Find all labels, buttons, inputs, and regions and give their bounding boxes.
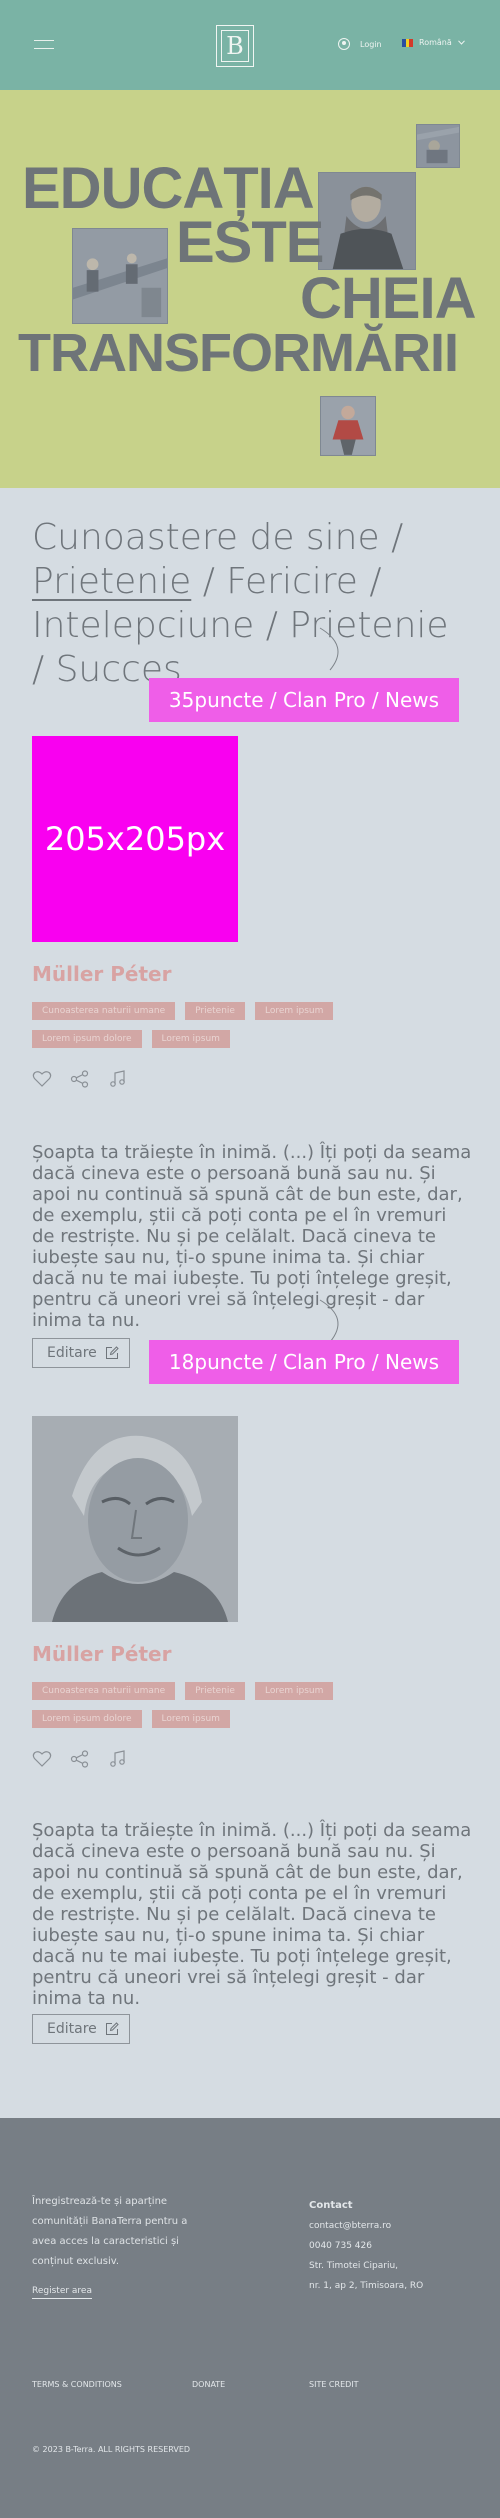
card-actions [32,1750,128,1768]
music-icon[interactable] [108,1070,128,1088]
contact-address: nr. 1, ap 2, Timisoara, RO [309,2281,424,2291]
contact-heading: Contact [309,2200,353,2211]
share-icon[interactable] [70,1750,90,1768]
edit-label: Editare [47,2021,97,2037]
edit-icon [106,2022,119,2035]
hero-word-3: CHEIA [300,266,476,331]
contact-email[interactable]: contact@bterra.ro [309,2216,423,2236]
language-selector[interactable]: Română [402,38,465,47]
contact-street: Str. Timotei Cipariu, [309,2261,399,2271]
hero-word-4: TRANSFORMĂRII [18,323,459,383]
hero-image-portrait [318,172,416,270]
terms-link[interactable]: TERMS & CONDITIONS [32,2380,122,2389]
promo-banner[interactable]: 35puncte / Clan Pro / News [149,678,459,722]
tag-list: Cunoasterea naturii umane Prietenie Lore… [32,1002,412,1048]
author-portrait [32,1416,238,1622]
tag[interactable]: Cunoasterea naturii umane [32,1682,176,1700]
tag[interactable]: Lorem ipsum [151,1030,230,1048]
card-title-link[interactable]: Prietenie [32,561,191,602]
hero-image-figure [320,396,376,456]
hero-banner: EDUCAȚIA ESTE CHEIA TRANSFORMĂRII [0,90,500,488]
curve-decoration [310,626,350,686]
donate-link[interactable]: DONATE [192,2380,225,2389]
edit-label: Editare [47,1345,97,1361]
tag[interactable]: Prietenie [185,1002,245,1020]
tag[interactable]: Lorem ipsum [151,1710,230,1728]
tag[interactable]: Cunoasterea naturii umane [32,1002,176,1020]
site-header: B Login Română [0,0,500,90]
contact-phone[interactable]: 0040 735 426 [309,2236,423,2256]
language-label: Română [419,38,452,47]
quote-text: Șoapta ta trăiește în inimă. (...) Îți p… [32,1142,472,1331]
chevron-down-icon [457,40,465,45]
image-placeholder: 205x205px [32,736,238,942]
flag-icon [402,38,414,47]
site-footer: Înregistrează-te și aparține comunității… [0,2118,500,2518]
tag[interactable]: Lorem ipsum dolore [32,1030,142,1048]
tag[interactable]: Lorem ipsum dolore [32,1710,142,1728]
tag[interactable]: Lorem ipsum [254,1002,334,1020]
copyright: © 2023 B-Terra. ALL RIGHTS RESERVED [32,2445,191,2454]
heart-icon[interactable] [32,1070,52,1088]
menu-icon[interactable] [34,40,54,50]
card-title-prefix: Cunoastere de sine / [32,517,404,558]
user-icon [338,38,350,50]
logo[interactable]: B [216,25,254,67]
hero-image-small [416,124,460,168]
tag[interactable]: Lorem ipsum [254,1682,334,1700]
logo-letter: B [221,30,249,62]
author-name[interactable]: Müller Péter [32,1642,171,1666]
heart-icon[interactable] [32,1750,52,1768]
login-label: Login [360,39,382,49]
hero-image-crowd [72,228,168,324]
hero-word-2: ESTE [176,210,324,275]
card-title: Cunoastere de sine / Prietenie / Fericir… [32,516,472,692]
register-link[interactable]: Register area [32,2286,92,2299]
edit-button[interactable]: Editare [32,1338,130,1368]
card-actions [32,1070,128,1088]
edit-button[interactable]: Editare [32,2014,130,2044]
site-credit-link[interactable]: SITE CREDIT [309,2380,359,2389]
promo-banner-2[interactable]: 18puncte / Clan Pro / News [149,1340,459,1384]
tag[interactable]: Prietenie [185,1682,245,1700]
share-icon[interactable] [70,1070,90,1088]
music-icon[interactable] [108,1750,128,1768]
login-link[interactable]: Login [338,38,382,50]
author-name[interactable]: Müller Péter [32,962,171,986]
footer-text: Înregistrează-te și aparține comunității… [32,2196,188,2267]
edit-icon [106,1346,119,1359]
quote-text: Șoapta ta trăiește în inimă. (...) Îți p… [32,1820,472,2009]
tag-list: Cunoasterea naturii umane Prietenie Lore… [32,1682,412,1728]
footer-contact: Contact contact@bterra.ro 0040 735 426 S… [309,2196,423,2296]
